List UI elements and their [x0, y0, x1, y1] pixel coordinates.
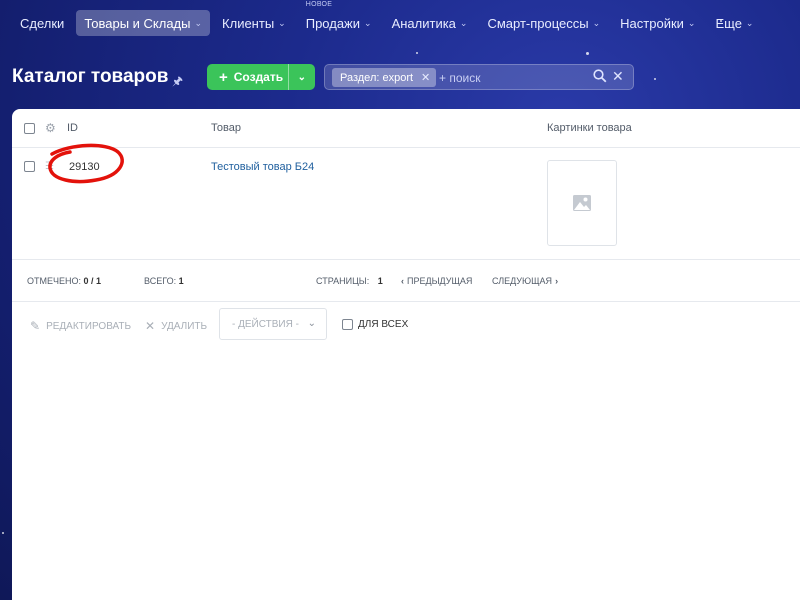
edit-button[interactable]: ✎ РЕДАКТИРОВАТЬ: [30, 319, 131, 333]
nav-item-label: Еще: [715, 15, 742, 31]
previous-page-link[interactable]: ‹ ПРЕДЫДУЩАЯ: [401, 276, 472, 286]
chevron-down-icon: ⌄: [194, 17, 203, 28]
total-label: ВСЕГО:: [144, 276, 177, 286]
background-star: [416, 52, 418, 54]
for-all-label: ДЛЯ ВСЕХ: [358, 319, 409, 330]
red-annotation-circle: [48, 143, 124, 184]
total-count: ВСЕГО: 1: [144, 276, 184, 286]
chevron-down-icon: ⌄: [745, 17, 754, 28]
bulk-actions-bar: ✎ РЕДАКТИРОВАТЬ ✕ УДАЛИТЬ - ДЕЙСТВИЯ - ⌄…: [12, 308, 800, 344]
image-icon: [573, 195, 591, 211]
chevron-right-icon: ›: [555, 276, 559, 286]
product-grid-card: ⚙ ID Товар Картинки товара ☰ 29130 Тесто…: [12, 109, 800, 600]
chevron-down-icon: ⌄: [687, 17, 696, 28]
chevron-down-icon: ⌄: [364, 17, 372, 28]
nav-item-smart-processes[interactable]: Смарт-процессы ⌄: [479, 10, 608, 36]
delete-label: УДАЛИТЬ: [161, 320, 208, 332]
filter-chip-label: Раздел: export: [340, 71, 414, 84]
column-header-id[interactable]: ID: [67, 122, 78, 134]
search-input[interactable]: [437, 68, 591, 88]
selected-label: ОТМЕЧЕНО:: [27, 276, 81, 286]
table-header: ⚙ ID Товар Картинки товара: [12, 109, 800, 148]
actions-select-value: - ДЕЙСТВИЯ -: [232, 318, 299, 330]
row-checkbox[interactable]: [24, 161, 35, 172]
total-value: 1: [178, 276, 184, 286]
pencil-icon: ✎: [30, 319, 41, 333]
nav-item-label: Товары и Склады: [84, 15, 191, 31]
column-header-product[interactable]: Товар: [211, 122, 241, 134]
actions-select[interactable]: - ДЕЙСТВИЯ - ⌄: [219, 308, 327, 340]
nav-item-analytics[interactable]: Аналитика ⌄: [384, 10, 476, 36]
chevron-left-icon: ‹: [401, 276, 404, 286]
create-button[interactable]: + Создать ⌄: [207, 64, 315, 90]
nav-item-label: Сделки: [20, 15, 65, 31]
next-page-link[interactable]: СЛЕДУЮЩАЯ ›: [492, 276, 558, 286]
gear-icon[interactable]: ⚙: [45, 121, 56, 135]
chevron-down-icon: ⌄: [307, 318, 316, 329]
create-dropdown-toggle[interactable]: ⌄: [287, 64, 315, 90]
edit-label: РЕДАКТИРОВАТЬ: [46, 320, 132, 332]
chevron-down-icon: ⌄: [297, 71, 306, 83]
top-navigation: Сделки Товары и Склады ⌄ Клиенты ⌄ НОВОЕ…: [0, 0, 800, 46]
pages-value: 1: [377, 276, 383, 286]
nav-item-clients[interactable]: Клиенты ⌄: [214, 10, 294, 36]
new-badge: НОВОЕ: [305, 1, 333, 8]
table-row[interactable]: ☰ 29130 Тестовый товар Б24: [12, 143, 800, 260]
image-placeholder[interactable]: [547, 160, 617, 246]
column-header-image[interactable]: Картинки товара: [547, 122, 632, 134]
nav-item-more[interactable]: Еще ⌄: [707, 10, 761, 36]
create-button-label: Создать: [233, 70, 284, 84]
background-star: [586, 52, 589, 55]
previous-page-label: ПРЕДЫДУЩАЯ: [407, 276, 473, 286]
chevron-down-icon: ⌄: [459, 17, 468, 28]
pages-count: СТРАНИЦЫ: 1: [316, 276, 383, 286]
nav-item-label: Продажи: [305, 15, 361, 31]
pin-icon[interactable]: 🖈: [172, 72, 183, 93]
nav-item-settings[interactable]: Настройки ⌄: [612, 10, 703, 36]
selected-count: ОТМЕЧЕНО: 0 / 1: [27, 276, 101, 286]
next-page-label: СЛЕДУЮЩАЯ: [492, 276, 553, 286]
select-all-checkbox[interactable]: [24, 123, 35, 134]
pages-label: СТРАНИЦЫ:: [316, 276, 370, 286]
for-all-checkbox[interactable]: [342, 319, 353, 330]
filter-chip[interactable]: Раздел: export ✕: [332, 68, 437, 87]
chevron-down-icon: ⌄: [592, 17, 601, 28]
delete-button[interactable]: ✕ УДАЛИТЬ: [145, 319, 207, 333]
nav-item-label: Аналитика: [391, 15, 456, 31]
chevron-down-icon: ⌄: [278, 17, 286, 28]
nav-item-deals[interactable]: Сделки: [12, 10, 72, 36]
close-icon[interactable]: ✕: [612, 68, 624, 85]
for-all-toggle[interactable]: ДЛЯ ВСЕХ: [342, 319, 408, 330]
search-icon[interactable]: [593, 69, 607, 88]
nav-item-label: Настройки: [620, 15, 684, 31]
selected-value: 0 / 1: [83, 276, 102, 286]
table-footer: ОТМЕЧЕНО: 0 / 1 ВСЕГО: 1 СТРАНИЦЫ: 1 ‹ ПР…: [12, 260, 800, 302]
close-icon[interactable]: ✕: [421, 71, 430, 84]
plus-icon: +: [219, 68, 228, 86]
nav-item-label: Клиенты: [222, 15, 275, 31]
background-star: [2, 532, 4, 534]
page-title: Каталог товаров: [12, 66, 169, 87]
nav-item-sales[interactable]: НОВОЕ Продажи ⌄: [298, 1, 380, 36]
product-link[interactable]: Тестовый товар Б24: [211, 161, 314, 173]
filter-search-box[interactable]: Раздел: export ✕ ✕: [324, 64, 634, 90]
title-row: Каталог товаров 🖈 + Создать ⌄ Раздел: ex…: [0, 60, 800, 96]
create-button-main[interactable]: + Создать: [207, 64, 288, 90]
nav-item-label: Смарт-процессы: [487, 15, 589, 31]
close-icon: ✕: [145, 319, 156, 333]
nav-item-products-warehouses[interactable]: Товары и Склады ⌄: [76, 10, 211, 36]
